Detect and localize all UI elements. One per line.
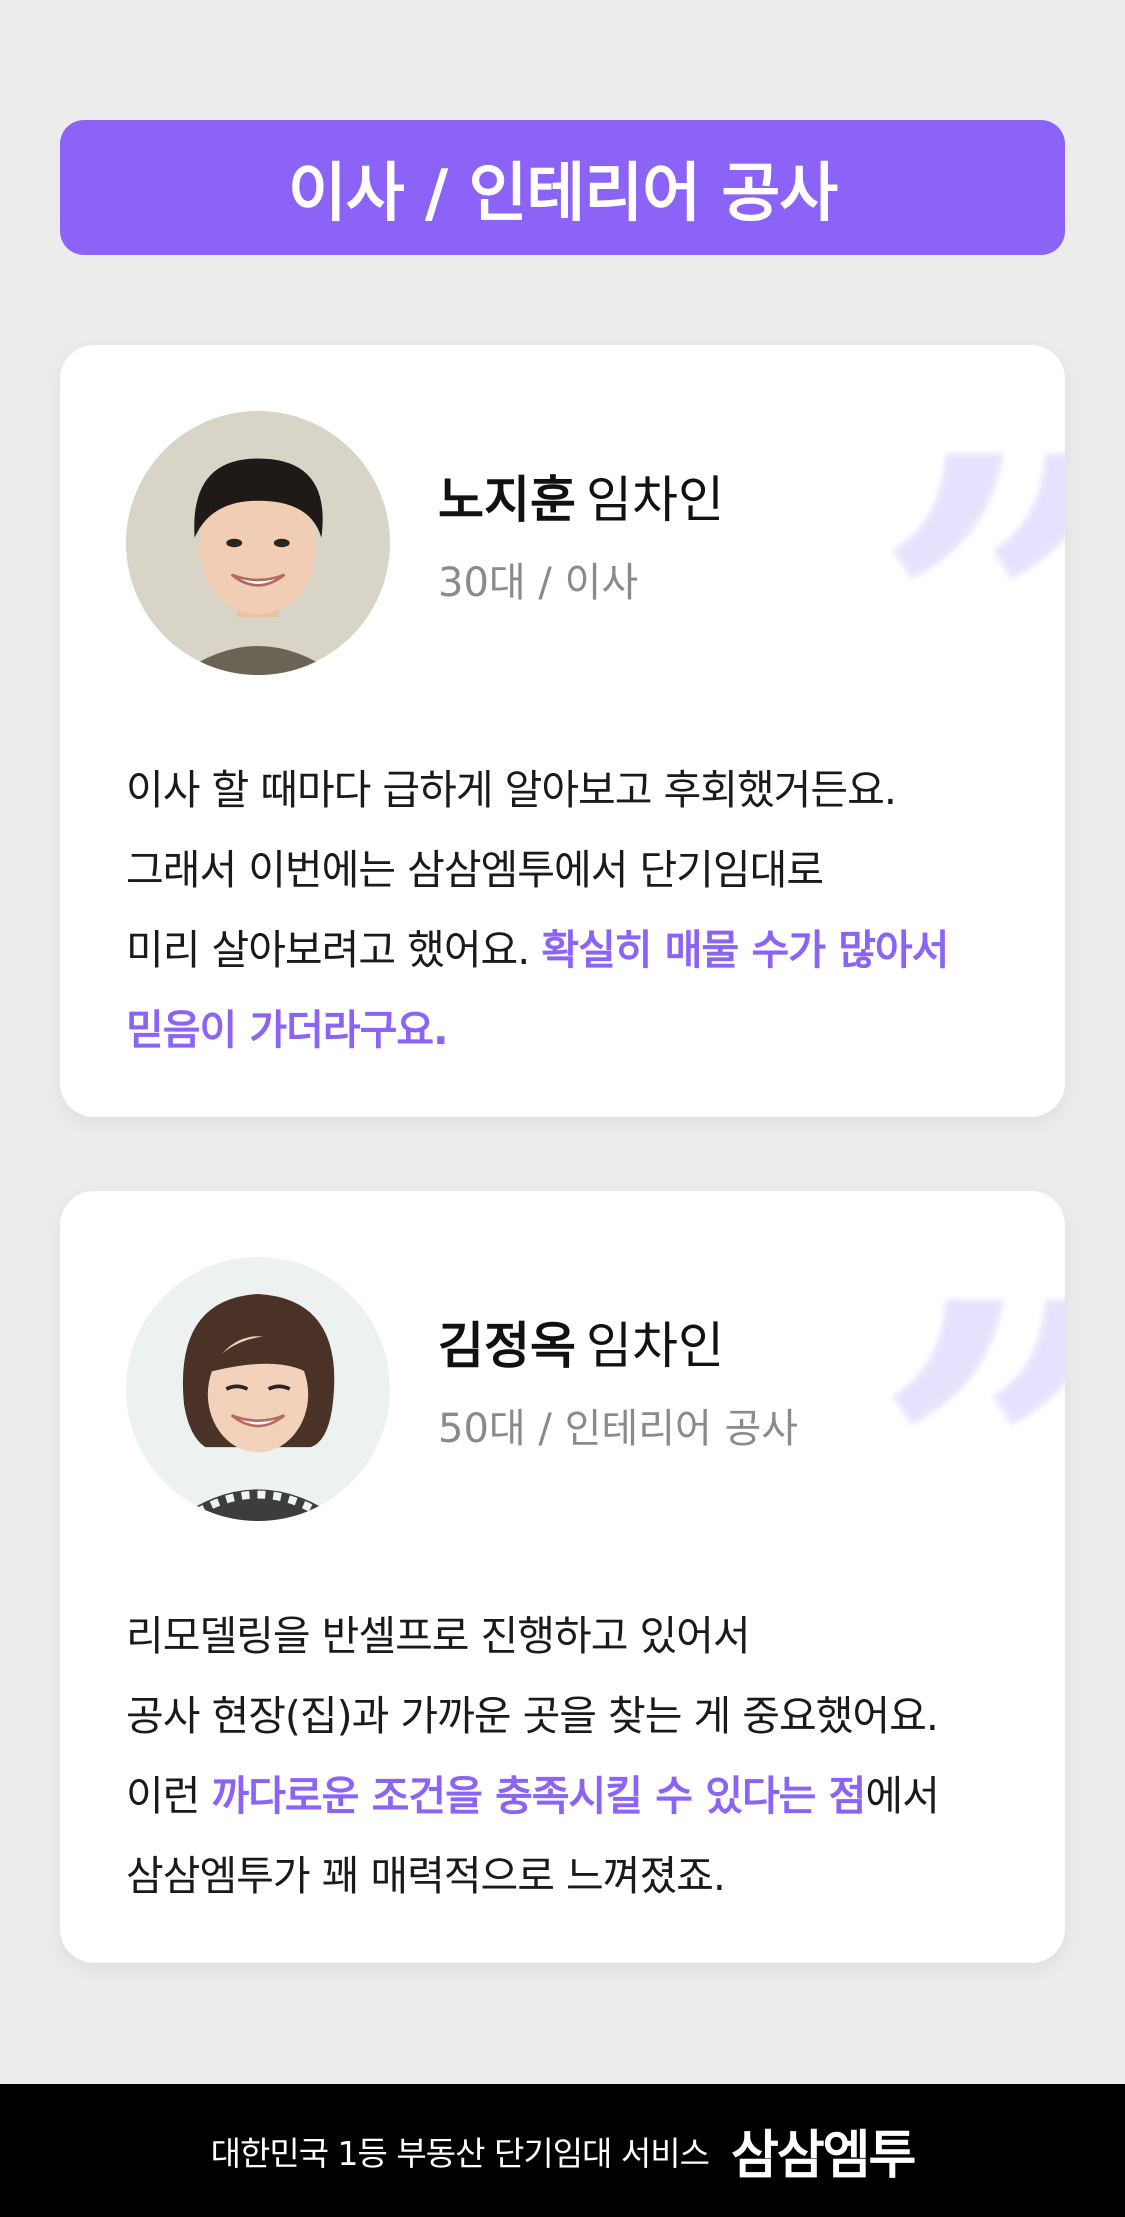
avatar-woman-image: [126, 1257, 390, 1521]
avatar: [126, 1257, 390, 1521]
avatar-young-man-image: [126, 411, 390, 675]
testimonial-line: 삼삼엠투가 꽤 매력적으로 느껴졌죠.: [126, 1852, 726, 1900]
person-meta: 30대 / 이사: [438, 560, 639, 606]
testimonial-line: 믿음이 가더라구요.: [126, 990, 1026, 1070]
testimonial-highlight: 까다로운 조건을 충족시킬 수 있다는 점: [211, 1772, 866, 1820]
section-banner: 이사 / 인테리어 공사: [60, 120, 1065, 255]
person-role: 임차인: [586, 471, 724, 529]
testimonial-line: 공사 현장(집)과 가까운 곳을 찾는 게 중요했어요.: [126, 1692, 939, 1740]
person-role: 임차인: [586, 1317, 724, 1375]
avatar: [126, 411, 390, 675]
testimonial-text: 리모델링을 반셀프로 진행하고 있어서 공사 현장(집)과 가까운 곳을 찾는 …: [126, 1596, 1026, 1916]
testimonial-text: 이사 할 때마다 급하게 알아보고 후회했거든요. 그래서 이번에는 삼삼엠투에…: [126, 750, 1026, 1070]
person-name: 김정옥: [438, 1317, 576, 1375]
testimonial-text-normal: 미리 살아보려고 했어요.: [126, 926, 542, 974]
testimonial-text-normal: 이런: [126, 1772, 212, 1820]
person-info: 김정옥 임차인 50대 / 인테리어 공사: [438, 1316, 798, 1454]
footer: 대한민국 1등 부동산 단기임대 서비스 삼삼엠투: [0, 2084, 1125, 2217]
person-info: 노지훈 임차인 30대 / 이사: [438, 470, 724, 608]
testimonial-highlight: 확실히 매물 수가 많아서: [541, 926, 949, 974]
footer-tagline: 대한민국 1등 부동산 단기임대 서비스: [210, 2133, 710, 2173]
testimonial-line: 그래서 이번에는 삼삼엠투에서 단기임대로: [126, 846, 824, 894]
section-title: 이사 / 인테리어 공사: [287, 156, 838, 231]
testimonial-line: 미리 살아보려고 했어요. 확실히 매물 수가 많아서: [126, 910, 1026, 990]
testimonial-card: ” 김정옥 임차인 50대 / 인테리어 공사 리모델링을 반셀프로 진행하고 있…: [60, 1191, 1065, 1963]
person-name: 노지훈: [438, 471, 576, 529]
testimonial-highlight: 믿음이 가더라구요.: [126, 1006, 449, 1054]
brand-logo: 삼삼엠투: [730, 2126, 916, 2186]
testimonial-line: 이사 할 때마다 급하게 알아보고 후회했거든요.: [126, 766, 897, 814]
testimonial-line: 이런 까다로운 조건을 충족시킬 수 있다는 점에서: [126, 1756, 1026, 1836]
testimonial-line: 리모델링을 반셀프로 진행하고 있어서: [126, 1612, 751, 1660]
testimonial-card: ” 노지훈 임차인 30대 / 이사 이사 할 때마다 급하게 알아보고 후회했거…: [60, 345, 1065, 1117]
testimonial-text-normal: 에서: [865, 1772, 939, 1820]
person-meta: 50대 / 인테리어 공사: [438, 1406, 799, 1452]
